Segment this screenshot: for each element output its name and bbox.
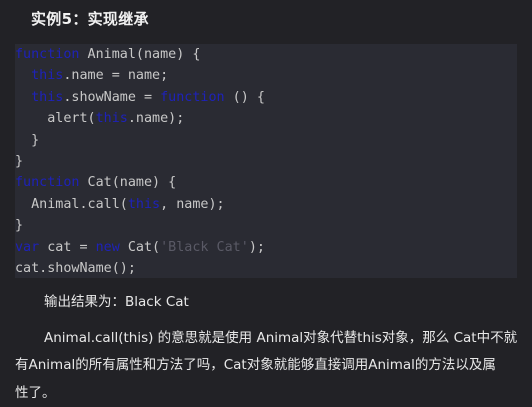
code-line: cat.showName();	[15, 258, 517, 279]
code-token: alert(	[15, 111, 96, 127]
code-line: this.showName = function () {	[15, 87, 517, 108]
code-token: .showName =	[63, 89, 161, 105]
code-line: function Animal(name) {	[15, 44, 517, 65]
code-line: var cat = new Cat('Black Cat');	[15, 237, 517, 258]
code-token: cat =	[39, 239, 96, 255]
code-keyword: function	[160, 89, 225, 105]
code-token: Cat(	[119, 239, 161, 255]
code-line: function Cat(name) {	[15, 172, 517, 193]
code-token: () {	[224, 89, 265, 105]
code-line: }	[15, 151, 517, 172]
explanation-line-1: Animal.call(this) 的意思就是使用 Animal对象代替this…	[44, 330, 518, 346]
explanation-line-2: 有Animal的所有属性和方法了吗，Cat对象就能够直接调用Animal的方法以…	[15, 357, 496, 373]
code-token: }	[15, 218, 24, 234]
code-keyword: this	[31, 89, 64, 105]
code-line: }	[15, 130, 517, 151]
code-token: );	[248, 239, 265, 255]
code-token: Animal.call(	[15, 196, 128, 212]
section-heading: 实例5：实现继承	[31, 10, 149, 28]
code-line: this.name = name;	[15, 65, 517, 86]
code-line: alert(this.name);	[15, 108, 517, 129]
code-keyword: this	[95, 111, 128, 127]
code-token: , name);	[160, 196, 225, 212]
code-token: Animal(name) {	[79, 47, 201, 62]
code-block: function Animal(name) { this.name = name…	[15, 44, 517, 278]
code-line: Animal.call(this, name);	[15, 194, 517, 215]
code-keyword: function	[15, 47, 80, 62]
explanation-line-3: 性了。	[15, 385, 56, 401]
code-keyword: this	[31, 68, 64, 84]
code-token: .name = name;	[63, 68, 169, 84]
code-string: 'Black Cat'	[160, 239, 249, 255]
output-result-text: 输出结果为：Black Cat	[44, 294, 189, 310]
code-keyword: this	[127, 196, 161, 212]
code-line: }	[15, 215, 517, 236]
code-token: }	[15, 153, 24, 169]
code-token: Cat(name) {	[79, 175, 177, 191]
code-token: .name);	[127, 111, 185, 127]
code-keyword: function	[15, 175, 80, 191]
code-keyword: var	[15, 239, 40, 255]
code-token: }	[15, 132, 40, 148]
code-keyword: new	[95, 239, 120, 255]
code-token: cat.showName();	[15, 260, 136, 276]
